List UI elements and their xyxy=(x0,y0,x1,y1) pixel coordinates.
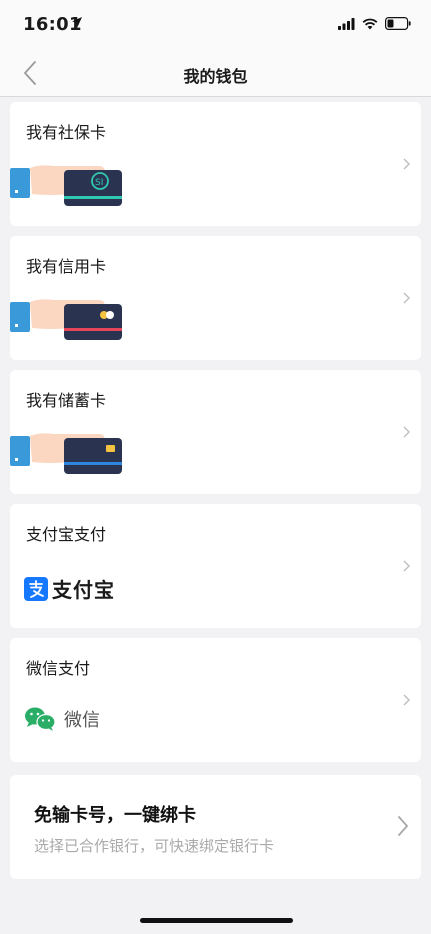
alipay-logo: 支付宝 xyxy=(24,574,115,603)
debit-card-hand-illustration xyxy=(10,433,122,474)
nav-bar: 我的钱包 xyxy=(0,50,431,97)
home-indicator xyxy=(140,918,293,923)
alipay-wordmark: 支付宝 xyxy=(52,578,115,602)
wifi-icon xyxy=(362,18,378,29)
svg-text:SI: SI xyxy=(95,178,103,188)
chevron-right-icon xyxy=(403,694,410,706)
location-arrow-icon xyxy=(72,17,82,27)
social-card-hand-illustration: SI xyxy=(10,165,122,206)
promo-title: 免输卡号，一键绑卡 xyxy=(34,805,196,826)
credit-card-hand-illustration xyxy=(10,299,122,340)
wechat-pay-entry[interactable]: 微信支付 微信 xyxy=(10,638,421,762)
chevron-right-icon xyxy=(403,426,410,438)
wechat-wordmark: 微信 xyxy=(64,710,100,731)
promo-subtitle: 选择已合作银行，可快速绑定银行卡 xyxy=(34,837,275,855)
chevron-right-icon xyxy=(398,816,409,836)
quick-bind-card-entry[interactable]: 免输卡号，一键绑卡 选择已合作银行，可快速绑定银行卡 xyxy=(10,775,421,879)
social-security-card-entry[interactable]: 我有社保卡 SI xyxy=(10,102,421,226)
debit-card-entry[interactable]: 我有储蓄卡 xyxy=(10,370,421,494)
credit-card-entry[interactable]: 我有信用卡 xyxy=(10,236,421,360)
alipay-entry[interactable]: 支付宝支付 支付宝 xyxy=(10,504,421,628)
status-bar: 16:01 xyxy=(0,0,431,50)
battery-icon xyxy=(385,17,411,30)
card-title: 我有社保卡 xyxy=(26,123,107,142)
chevron-right-icon xyxy=(403,292,410,304)
card-title: 支付宝支付 xyxy=(26,525,107,544)
signal-icon xyxy=(338,17,355,30)
card-title: 我有信用卡 xyxy=(26,257,107,276)
card-title: 我有储蓄卡 xyxy=(26,391,107,410)
chevron-right-icon xyxy=(403,158,410,170)
wechat-logo: 微信 xyxy=(24,706,100,732)
alipay-icon xyxy=(24,576,48,601)
card-title: 微信支付 xyxy=(26,659,91,678)
page-title: 我的钱包 xyxy=(183,67,248,86)
chevron-right-icon xyxy=(403,560,410,572)
wechat-icon xyxy=(25,707,56,731)
